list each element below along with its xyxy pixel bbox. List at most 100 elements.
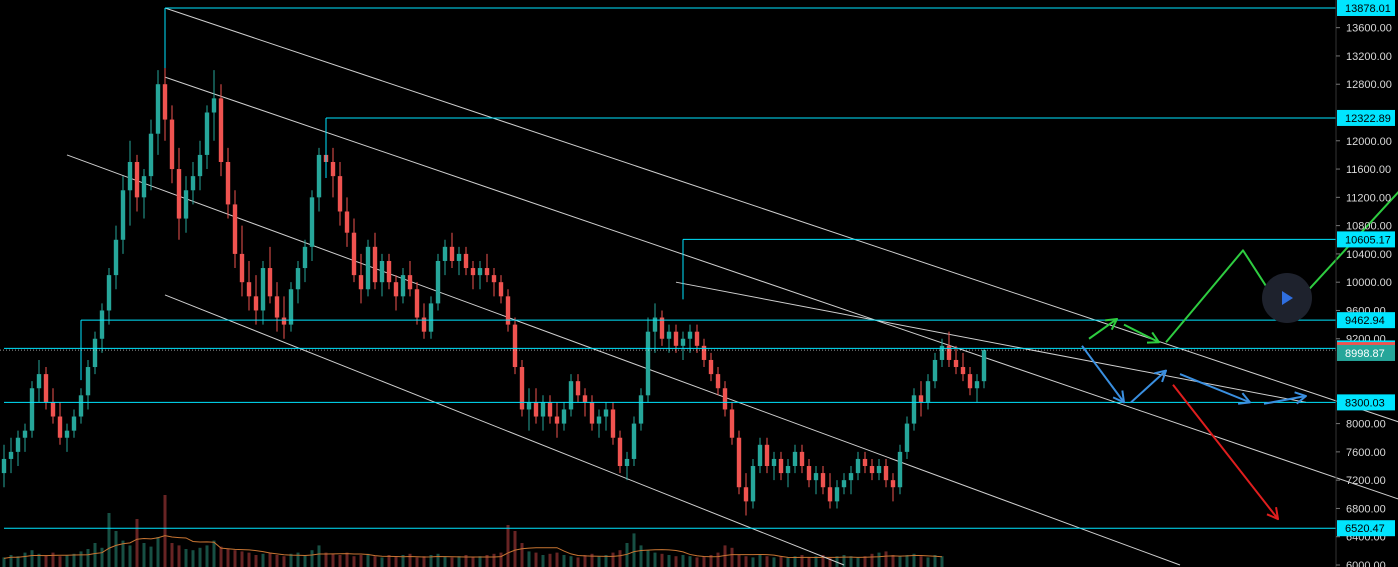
candle-body bbox=[197, 154, 203, 177]
volume-bar bbox=[114, 531, 118, 567]
candle-body bbox=[967, 374, 973, 389]
candle-body bbox=[743, 487, 749, 502]
candle-body bbox=[659, 317, 665, 339]
volume-bar bbox=[716, 552, 720, 567]
candle-body bbox=[176, 169, 182, 219]
candle-body bbox=[785, 466, 791, 474]
volume-bar bbox=[569, 556, 573, 567]
candle-body bbox=[127, 161, 133, 191]
candle-body bbox=[260, 268, 266, 311]
volume-bar bbox=[905, 555, 909, 567]
volume-bar bbox=[471, 557, 475, 567]
candle-body bbox=[386, 260, 392, 283]
candle-body bbox=[925, 381, 931, 403]
volume-bar bbox=[30, 550, 34, 567]
volume-bar bbox=[345, 552, 349, 567]
axis-tick-label: 13200.00 bbox=[1346, 51, 1392, 63]
volume-bar bbox=[779, 556, 783, 567]
volume-bar bbox=[415, 557, 419, 567]
candle-body bbox=[834, 487, 840, 502]
candle-body bbox=[337, 176, 343, 212]
axis-tick-label: 6000.00 bbox=[1346, 560, 1386, 567]
candle-body bbox=[617, 437, 623, 467]
volume-bar bbox=[450, 557, 454, 567]
axis-tick-label: 12000.00 bbox=[1346, 136, 1392, 148]
candle-body bbox=[575, 381, 581, 396]
candle-body bbox=[456, 253, 462, 261]
volume-bar bbox=[254, 555, 258, 567]
candle-body bbox=[155, 84, 161, 134]
candle-body bbox=[393, 282, 399, 297]
candle-body bbox=[372, 246, 378, 283]
volume-bar bbox=[261, 553, 265, 567]
volume-bar bbox=[681, 555, 685, 567]
candle-body bbox=[309, 197, 315, 247]
volume-bar bbox=[79, 551, 83, 567]
volume-bar bbox=[135, 519, 139, 567]
volume-bar bbox=[289, 553, 293, 567]
candle-body bbox=[799, 451, 805, 467]
volume-bar bbox=[744, 556, 748, 567]
candle-body bbox=[253, 296, 259, 311]
volume-bar bbox=[457, 556, 461, 567]
candle-body bbox=[512, 324, 518, 368]
volume-bar bbox=[688, 556, 692, 567]
candle-body bbox=[498, 282, 504, 297]
volume-bar bbox=[639, 545, 643, 567]
axis-tick-label: 11600.00 bbox=[1346, 164, 1391, 176]
volume-bar bbox=[170, 543, 174, 567]
volume-bar bbox=[492, 553, 496, 567]
axis-tick-label: 10800.00 bbox=[1346, 221, 1392, 233]
volume-bar bbox=[275, 555, 279, 567]
volume-bar bbox=[380, 557, 384, 567]
volume-bar bbox=[737, 555, 741, 567]
volume-bar bbox=[891, 555, 895, 567]
candle-body bbox=[729, 409, 735, 438]
price-tag-label: 8998.87 bbox=[1345, 348, 1385, 360]
candle-body bbox=[715, 374, 721, 389]
candle-body bbox=[92, 338, 98, 368]
candle-body bbox=[8, 451, 14, 459]
volume-bar bbox=[723, 545, 727, 567]
volume-bar bbox=[807, 557, 811, 567]
candle-body bbox=[491, 275, 497, 283]
candle-body bbox=[932, 359, 938, 382]
candle-body bbox=[680, 338, 686, 346]
volume-bar bbox=[198, 547, 202, 567]
volume-bar bbox=[86, 549, 90, 567]
candle-body bbox=[302, 246, 308, 269]
volume-bar bbox=[93, 543, 97, 567]
volume-bar bbox=[919, 556, 923, 567]
volume-bar bbox=[863, 556, 867, 567]
volume-bar bbox=[443, 556, 447, 567]
play-button[interactable] bbox=[1262, 273, 1312, 323]
candle-body bbox=[449, 246, 455, 261]
candle-body bbox=[533, 402, 539, 417]
axis-tick-label: 13600.00 bbox=[1346, 23, 1392, 35]
level-tag-label: 9462.94 bbox=[1345, 315, 1385, 327]
volume-bar bbox=[674, 556, 678, 567]
volume-bar bbox=[870, 553, 874, 567]
candle-body bbox=[78, 395, 84, 417]
candle-body bbox=[813, 473, 819, 481]
candle-body bbox=[15, 437, 21, 452]
candle-body bbox=[540, 402, 546, 417]
volume-bar bbox=[562, 555, 566, 567]
volume-bar bbox=[338, 555, 342, 567]
candle-body bbox=[624, 458, 630, 467]
candle-body bbox=[897, 451, 903, 488]
candle-body bbox=[694, 331, 700, 346]
candle-body bbox=[708, 359, 714, 375]
candle-body bbox=[435, 260, 441, 304]
volume-bar bbox=[506, 525, 510, 567]
candle-body bbox=[43, 374, 49, 403]
level-tag-label: 6520.47 bbox=[1345, 523, 1385, 535]
candle-body bbox=[722, 388, 728, 410]
candle-body bbox=[274, 296, 280, 318]
candle-body bbox=[554, 416, 560, 424]
volume-bar bbox=[72, 553, 76, 567]
candle-body bbox=[792, 451, 798, 467]
candle-body bbox=[687, 331, 693, 339]
candle-body bbox=[106, 275, 112, 311]
candle-body bbox=[351, 232, 357, 276]
